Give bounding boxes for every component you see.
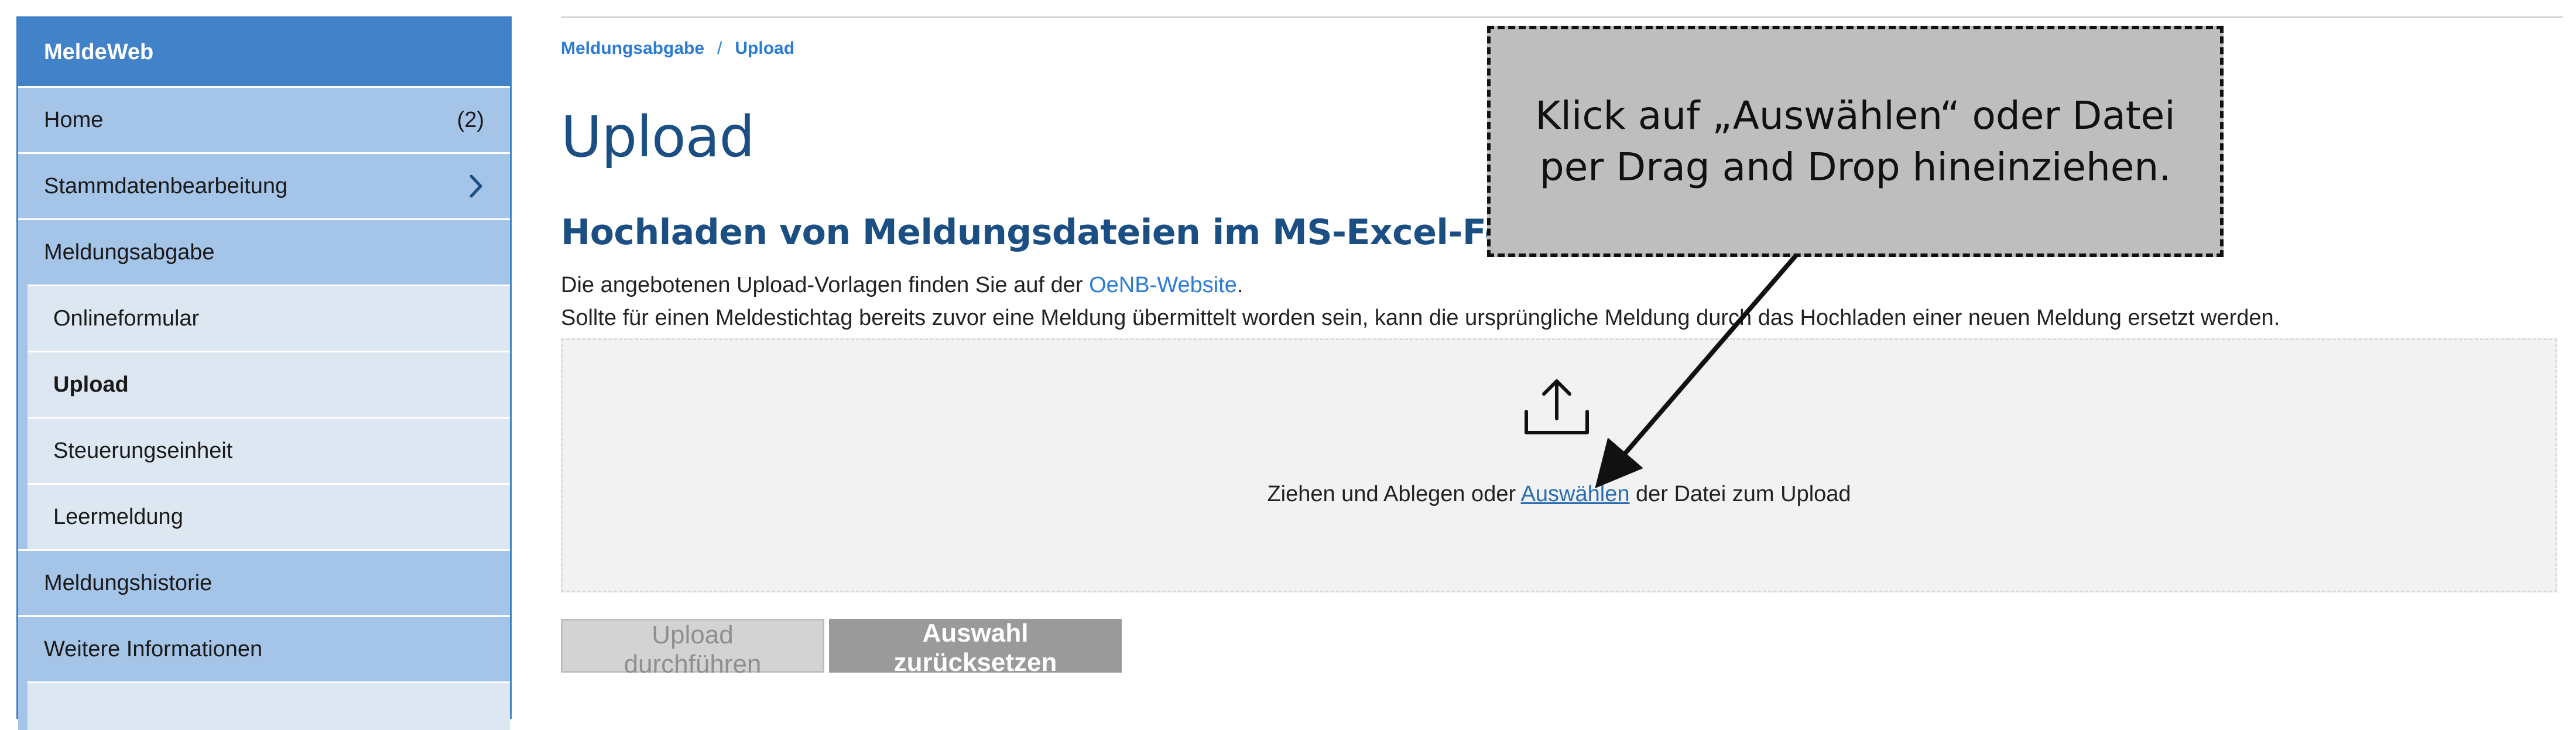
breadcrumb-meldungsabgabe[interactable]: Meldungsabgabe [561,39,704,58]
sidebar-item-label: Meldungsabgabe [44,239,215,265]
description-replace: Sollte für einen Meldestichtag bereits z… [561,306,2280,330]
section-title: Hochladen von Meldungsdateien im MS-Exce… [561,212,1602,253]
instruction-callout: Klick auf „Auswählen“ oder Datei per Dra… [1487,26,2224,257]
sidebar-item-truncated[interactable] [28,681,510,730]
auswaehlen-link[interactable]: Auswählen [1521,482,1630,506]
breadcrumb-separator: / [717,39,722,58]
sidebar-item-meldungshistorie[interactable]: Meldungshistorie [18,549,510,615]
sidebar-item-label: Home [44,107,104,132]
page-title: Upload [561,104,755,170]
chevron-right-icon [470,174,482,198]
drop-zone-text: Ziehen und Ablegen oder Auswählen der Da… [563,482,2556,507]
notification-count: (2) [457,107,484,132]
upload-icon [1525,379,1589,434]
sidebar-submenu: Onlineformular Upload Steuerungseinheit … [18,285,510,549]
drop-zone-prefix: Ziehen und Ablegen oder [1267,482,1521,506]
breadcrumb-upload[interactable]: Upload [735,39,794,58]
drop-zone-suffix: der Datei zum Upload [1629,482,1851,506]
sidebar-item-label: Stammdatenbearbeitung [44,173,288,198]
breadcrumb: Meldungsabgabe / Upload [561,39,794,59]
sidebar-item-weitere-informationen[interactable]: Weitere Informationen [18,615,510,681]
sidebar-item-upload[interactable]: Upload [28,351,510,417]
sidebar-item-meldungsabgabe[interactable]: Meldungsabgabe [18,218,510,285]
sidebar-item-leermeldung[interactable]: Leermeldung [28,483,510,549]
sidebar-item-home[interactable]: Home (2) [18,86,510,152]
sidebar-header[interactable]: MeldeWeb [18,18,510,86]
sidebar-item-stammdatenbearbeitung[interactable]: Stammdatenbearbeitung [18,152,510,218]
sidebar-item-label: Weitere Informationen [44,636,263,662]
top-divider [561,16,2563,18]
description-text: Die angebotenen Upload-Vorlagen finden S… [561,273,1090,297]
sidebar: MeldeWeb Home (2) Stammdatenbearbeitung … [16,16,512,730]
sidebar-item-onlineformular[interactable]: Onlineformular [28,285,510,351]
reset-selection-button[interactable]: Auswahl zurücksetzen [829,619,1122,677]
sidebar-item-steuerungseinheit[interactable]: Steuerungseinheit [28,417,510,483]
sidebar-submenu-more [18,681,510,730]
description-text: . [1236,273,1244,297]
callout-text: Klick auf „Auswählen“ oder Datei per Dra… [1535,92,2176,190]
sidebar-item-label: Meldungshistorie [44,570,213,595]
description-templates: Die angebotenen Upload-Vorlagen finden S… [561,273,1243,298]
oenb-website-link[interactable]: OeNB-Website [1089,273,1237,297]
file-drop-zone[interactable]: Ziehen und Ablegen oder Auswählen der Da… [561,338,2557,592]
upload-button[interactable]: Upload durchführen [561,619,824,678]
